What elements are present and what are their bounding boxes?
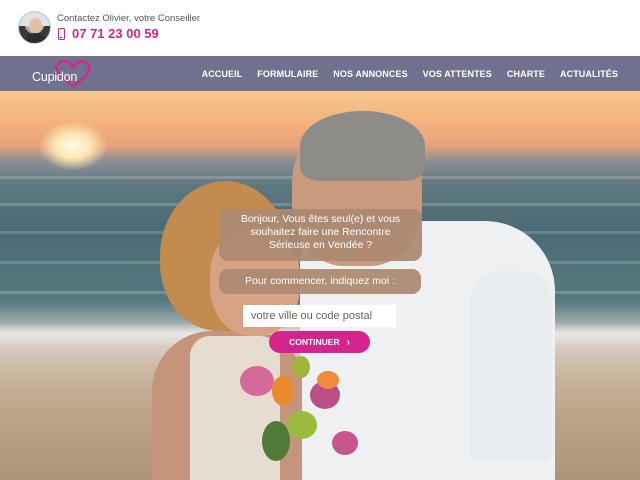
nav-accueil[interactable]: Accueil — [202, 69, 243, 79]
nav-charte[interactable]: Charte — [507, 69, 545, 79]
nav-formulaire[interactable]: Formulaire — [257, 69, 318, 79]
nav-nos-annonces[interactable]: Nos annonces — [333, 69, 407, 79]
contact-bar: Contactez Olivier, votre Conseiller 07 7… — [0, 0, 640, 56]
continue-button-label: Continuer — [289, 337, 340, 347]
continue-button[interactable]: Continuer › — [269, 331, 370, 353]
logo-text: Cupidon — [32, 70, 78, 84]
contact-text: Contactez Olivier, votre Conseiller — [57, 13, 201, 24]
phone-number[interactable]: 07 71 23 00 59 — [58, 26, 159, 41]
site-logo[interactable]: Cupidon — [30, 59, 100, 89]
advisor-avatar — [18, 11, 51, 44]
nav-links: Accueil Formulaire Nos annonces Vos atte… — [187, 56, 618, 91]
greeting-bubble: Bonjour, Vous êtes seul(e) et vous souha… — [219, 209, 422, 261]
sunset-sun — [38, 121, 108, 171]
nav-vos-attentes[interactable]: Vos attentes — [423, 69, 492, 79]
mobile-phone-icon — [58, 27, 65, 40]
main-navigation: Cupidon Accueil Formulaire Nos annonces … — [0, 56, 640, 91]
city-input[interactable] — [243, 305, 396, 327]
nav-actualites[interactable]: Actualités — [560, 69, 618, 79]
prompt-bubble: Pour commencer, indiquez moi : — [219, 269, 421, 294]
chevron-right-icon: › — [346, 336, 350, 348]
flower-bouquet — [232, 341, 372, 480]
phone-number-text: 07 71 23 00 59 — [72, 26, 159, 41]
